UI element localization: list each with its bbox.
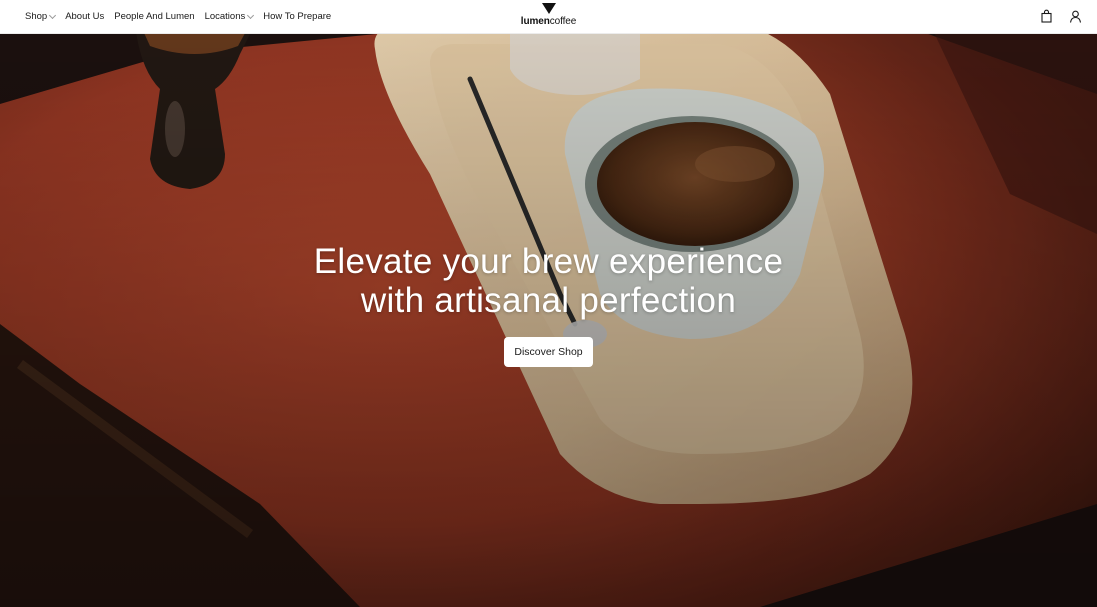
main-nav: Shop About Us People And Lumen Locations…: [25, 0, 341, 33]
hero-title: Elevate your brew experience with artisa…: [0, 242, 1097, 320]
header-icons: [1039, 9, 1083, 24]
nav-label: Locations: [204, 11, 246, 22]
hero-title-line-1: Elevate your brew experience: [313, 242, 784, 281]
discover-shop-button[interactable]: Discover Shop: [504, 337, 593, 367]
nav-item-locations[interactable]: Locations: [204, 11, 255, 22]
hero-content: Elevate your brew experience with artisa…: [0, 242, 1097, 367]
chevron-down-icon: [49, 11, 57, 19]
nav-label: About Us: [65, 11, 105, 22]
site-header: Shop About Us People And Lumen Locations…: [0, 0, 1097, 34]
nav-item-about-us[interactable]: About Us: [65, 11, 104, 22]
nav-item-people-and-lumen[interactable]: People And Lumen: [114, 11, 194, 22]
hero-title-line-2: with artisanal perfection: [360, 281, 737, 320]
nav-item-how-to-prepare[interactable]: How To Prepare: [263, 11, 331, 22]
brand-logo[interactable]: lumencoffee: [504, 3, 594, 27]
logo-triangle-icon: [541, 3, 556, 14]
chevron-down-icon: [247, 11, 255, 19]
shopping-bag-icon[interactable]: [1039, 9, 1054, 24]
nav-label: How To Prepare: [263, 11, 332, 22]
nav-item-shop[interactable]: Shop: [25, 11, 57, 22]
nav-label: Shop: [25, 11, 48, 22]
nav-label: People And Lumen: [114, 11, 195, 22]
user-account-icon[interactable]: [1068, 9, 1083, 24]
brand-wordmark: lumencoffee: [520, 16, 577, 27]
hero-section: Elevate your brew experience with artisa…: [0, 34, 1097, 607]
